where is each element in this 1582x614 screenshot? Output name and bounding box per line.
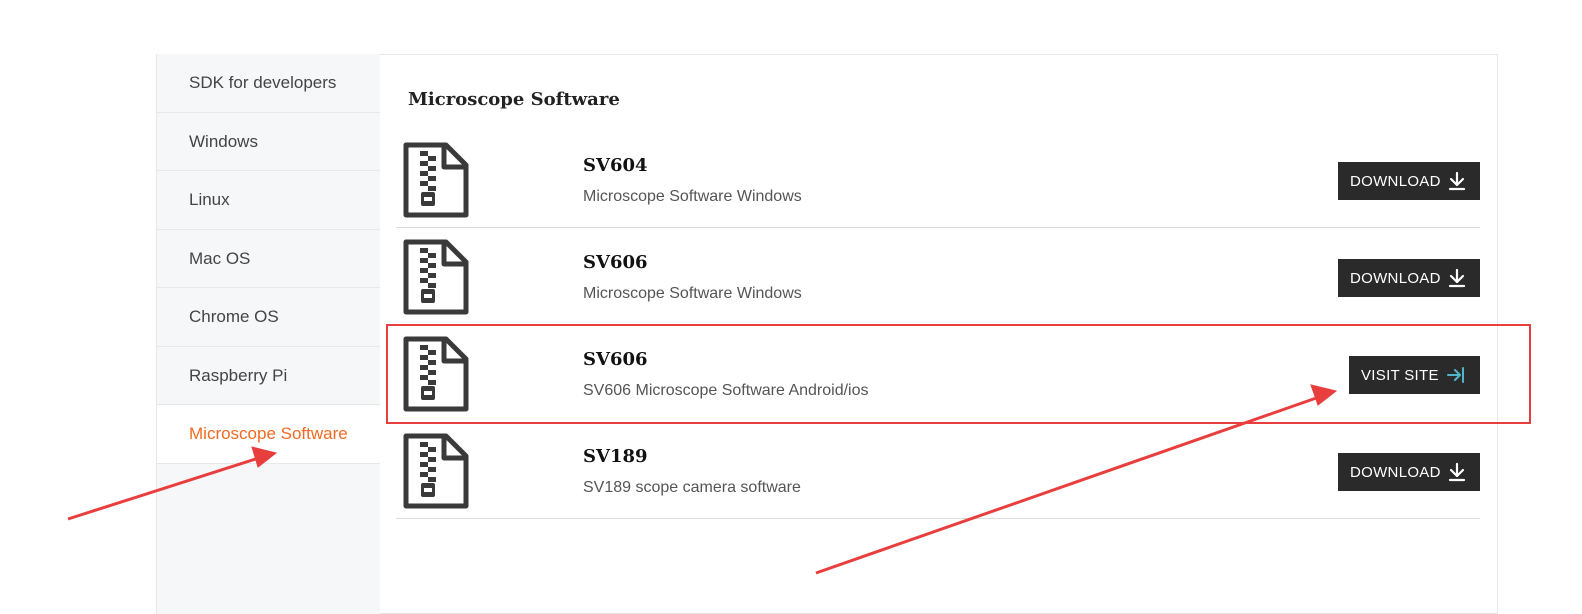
zip-file-icon <box>403 239 469 315</box>
download-icon <box>1448 462 1465 482</box>
download-button[interactable]: DOWNLOAD <box>1338 259 1480 297</box>
download-icon <box>1448 171 1465 191</box>
sidebar-item-linux[interactable]: Linux <box>157 171 380 230</box>
software-name: SV606 <box>583 349 648 370</box>
sidebar-item-microscope-software[interactable]: Microscope Software <box>157 405 380 464</box>
software-row: SV606 Microscope Software Windows DOWNLO… <box>396 228 1480 325</box>
software-description: Microscope Software Windows <box>583 188 802 205</box>
software-description: Microscope Software Windows <box>583 285 802 302</box>
sidebar-item-mac-os[interactable]: Mac OS <box>157 230 380 288</box>
button-label: VISIT SITE <box>1361 366 1439 384</box>
download-icon <box>1448 268 1465 288</box>
category-sidebar: SDK for developers Windows Linux Mac OS … <box>156 54 380 614</box>
button-label: DOWNLOAD <box>1350 269 1441 287</box>
software-name: SV604 <box>583 155 648 176</box>
download-button[interactable]: DOWNLOAD <box>1338 453 1480 491</box>
software-row: SV606 SV606 Microscope Software Android/… <box>396 325 1480 422</box>
software-name: SV189 <box>583 446 648 467</box>
sidebar-item-raspberry-pi[interactable]: Raspberry Pi <box>157 347 380 405</box>
zip-file-icon <box>403 142 469 218</box>
external-link-icon <box>1446 367 1464 383</box>
sidebar-item-chrome-os[interactable]: Chrome OS <box>157 288 380 347</box>
zip-file-icon <box>403 336 469 412</box>
sidebar-item-sdk[interactable]: SDK for developers <box>157 54 380 113</box>
button-label: DOWNLOAD <box>1350 463 1441 481</box>
button-label: DOWNLOAD <box>1350 172 1441 190</box>
software-row: SV189 SV189 scope camera software DOWNLO… <box>396 422 1480 519</box>
visit-site-button[interactable]: VISIT SITE <box>1349 356 1480 394</box>
software-description: SV606 Microscope Software Android/ios <box>583 382 869 399</box>
zip-file-icon <box>403 433 469 509</box>
software-row: SV604 Microscope Software Windows DOWNLO… <box>396 131 1480 228</box>
software-name: SV606 <box>583 252 648 273</box>
download-button[interactable]: DOWNLOAD <box>1338 162 1480 200</box>
software-description: SV189 scope camera software <box>583 479 801 496</box>
software-list: Microscope Software SV604 Microscope Sof… <box>380 54 1498 594</box>
sidebar-item-windows[interactable]: Windows <box>157 113 380 171</box>
section-heading: Microscope Software <box>408 89 620 110</box>
